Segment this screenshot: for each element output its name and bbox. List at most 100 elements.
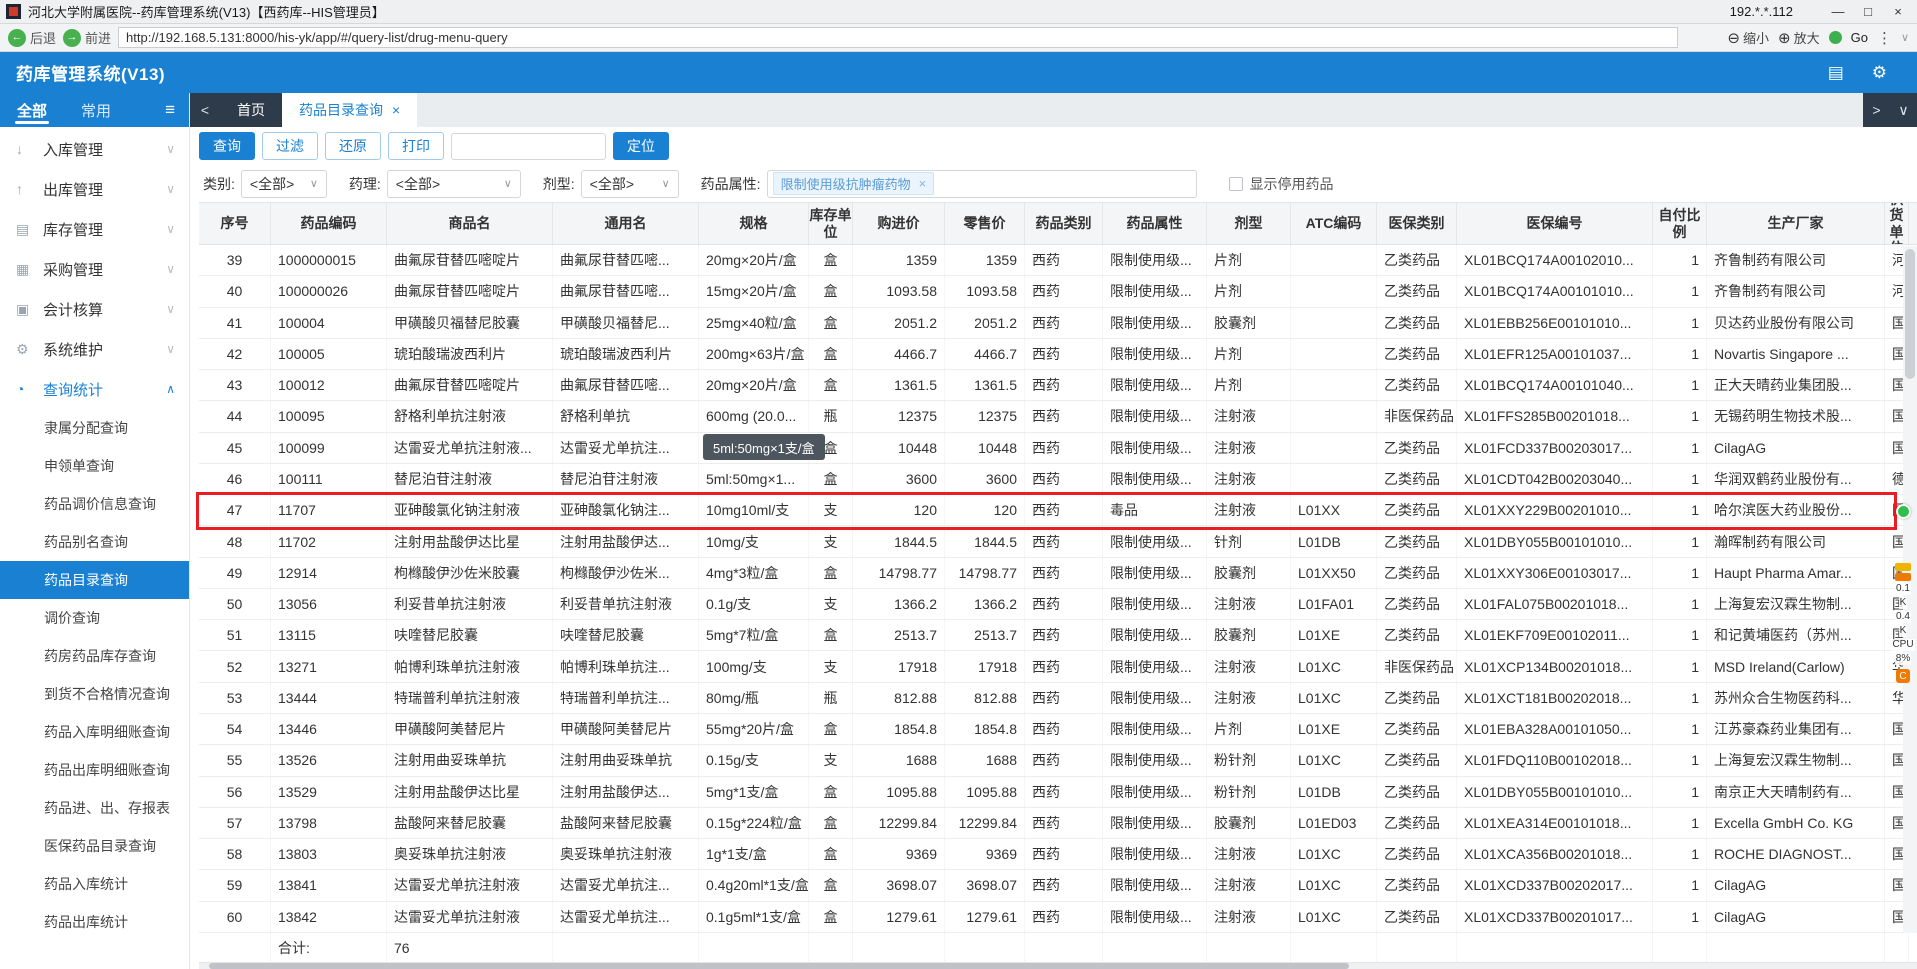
sidebar-tab-all[interactable]: 全部	[0, 93, 64, 127]
table-row[interactable]: 53 13444 特瑞普利单抗注射液 特瑞普利单抗注... 80mg/瓶瓶 812.88 8…	[199, 682, 1917, 714]
sidebar-item-purchase[interactable]: ▦ 采购管理 ∨	[0, 249, 189, 289]
sidebar-subitem[interactable]: 到货不合格情况查询	[0, 675, 189, 713]
column-header[interactable]: 自付比 例	[1653, 203, 1707, 244]
system-monitor-widget[interactable]: 0.1 K 0.4 K CPU 8% C	[1890, 504, 1916, 683]
document-icon[interactable]: ▤	[1828, 63, 1844, 83]
zoom-in-button[interactable]: ⊕ 放大	[1778, 28, 1820, 47]
table-row[interactable]: 55 13526 注射用曲妥珠单抗 注射用曲妥珠单抗 0.15g/支支 1688 1688 西…	[199, 745, 1917, 777]
sidebar-item-accounting[interactable]: ▣ 会计核算 ∨	[0, 289, 189, 329]
sidebar-subitem[interactable]: 申领单查询	[0, 447, 189, 485]
column-header[interactable]: 库存单 位	[809, 203, 853, 244]
sidebar-subitem[interactable]: 药品出库明细账查询	[0, 751, 189, 789]
tab-scroll-left-button[interactable]: <	[190, 93, 220, 127]
table-row[interactable]: 59 13841 达雷妥尤单抗注射液 达雷妥尤单抗注... 0.4g20ml*1支/盒盒…	[199, 870, 1917, 902]
go-button[interactable]: Go	[1851, 30, 1868, 45]
maximize-button[interactable]: □	[1853, 1, 1883, 23]
sidebar-subitem[interactable]: 药品进、出、存报表	[0, 789, 189, 827]
column-header[interactable]: 零售价	[945, 203, 1025, 244]
sidebar-item-inbound[interactable]: ↓ 入库管理 ∨	[0, 129, 189, 169]
locate-button[interactable]: 定位	[613, 132, 669, 160]
table-row[interactable]: 57 13798 盐酸阿来替尼胶囊 盐酸阿来替尼胶囊 0.15g*224粒/盒盒 1229…	[199, 807, 1917, 840]
sidebar-subitem[interactable]: 药品目录查询	[0, 561, 189, 599]
table-row[interactable]: 56 13529 注射用盐酸伊达比星 注射用盐酸伊达... 5mg*1支/盒盒 1095.…	[199, 776, 1917, 808]
sidebar-subitem[interactable]: 药房药品库存查询	[0, 637, 189, 675]
category-select[interactable]: <全部> ∨	[240, 169, 327, 198]
table-row[interactable]: 52 13271 帕博利珠单抗注射液 帕博利珠单抗注... 100mg/支支 17918 1…	[199, 651, 1917, 683]
sidebar-item-query-stats[interactable]: ◔ 查询统计 ∧	[0, 369, 189, 409]
back-button[interactable]: ← 后退	[8, 28, 56, 47]
table-row[interactable]: 40 100000026 曲氟尿苷替匹嘧啶片 曲氟尿苷替匹嘧... 15mg×20片/盒…	[199, 276, 1917, 308]
table-cell: 10448	[945, 432, 1025, 463]
url-input[interactable]: http://192.168.5.131:8000/his-yk/app/#/q…	[118, 27, 1679, 48]
attribute-input[interactable]: 限制使用级抗肿瘤药物 ×	[766, 169, 1197, 198]
tab-drug-catalog-query[interactable]: 药品目录查询 ×	[282, 93, 418, 127]
horizontal-scrollbar-thumb[interactable]	[209, 963, 1349, 969]
table-row[interactable]: 47 11707 亚砷酸氯化钠注射液 亚砷酸氯化钠注... 10mg10ml/支支 120…	[199, 495, 1917, 527]
table-row[interactable]: 49 12914 枸橼酸伊沙佐米胶囊 枸橼酸伊沙佐米... 4mg*3粒/盒盒 14798…	[199, 557, 1917, 589]
tab-home[interactable]: 首页	[220, 93, 282, 127]
table-row[interactable]: 43 100012 曲氟尿苷替匹嘧啶片 曲氟尿苷替匹嘧... 20mg×20片/盒盒 13…	[199, 370, 1917, 402]
table-cell: 注射用曲妥珠单抗	[553, 745, 699, 776]
table-row[interactable]: 45 100099 达雷妥尤单抗注射液... 达雷妥尤单抗注... 盒 10448 1044…	[199, 432, 1917, 464]
column-header[interactable]: 规格	[699, 203, 809, 244]
horizontal-scrollbar[interactable]	[199, 963, 1917, 969]
sidebar-item-inventory[interactable]: ▤ 库存管理 ∨	[0, 209, 189, 249]
show-disabled-checkbox[interactable]	[1228, 176, 1243, 191]
gear-icon[interactable]: ⚙	[1872, 63, 1887, 83]
table-row[interactable]: 41 100004 甲磺酸贝福替尼胶囊 甲磺酸贝福替尼... 25mg×40粒/盒盒 20…	[199, 307, 1917, 339]
zoom-out-button[interactable]: ⊖ 缩小	[1727, 28, 1769, 47]
table-row[interactable]: 42 100005 琥珀酸瑞波西利片 琥珀酸瑞波西利片 200mg×63片/盒盒 4466…	[199, 338, 1917, 371]
forward-button[interactable]: → 前进	[63, 28, 111, 47]
print-button[interactable]: 打印	[388, 132, 444, 160]
filter-button[interactable]: 过滤	[262, 132, 318, 160]
close-button[interactable]: ×	[1883, 1, 1913, 23]
tab-close-icon[interactable]: ×	[392, 102, 400, 118]
more-menu-icon[interactable]: ⋮	[1877, 29, 1892, 47]
column-header[interactable]: 医保类别	[1377, 203, 1457, 244]
dosage-select[interactable]: <全部> ∨	[580, 169, 679, 198]
sidebar-item-maintenance[interactable]: ⚙ 系统维护 ∨	[0, 329, 189, 369]
column-header[interactable]: 药品属性	[1103, 203, 1207, 244]
column-header[interactable]: 生产厂家	[1707, 203, 1885, 244]
sidebar-item-outbound[interactable]: ↑ 出库管理 ∨	[0, 169, 189, 209]
vertical-scrollbar-thumb[interactable]	[1905, 249, 1915, 379]
column-header[interactable]: 序号	[199, 203, 271, 244]
hamburger-icon[interactable]: ≡	[165, 100, 189, 120]
tab-scroll-right-button[interactable]: >	[1863, 93, 1890, 127]
column-header[interactable]: 药品编码	[271, 203, 387, 244]
dropdown-caret-icon[interactable]: ∨	[1901, 31, 1909, 44]
sidebar-subitem[interactable]: 医保药品目录查询	[0, 827, 189, 865]
table-row[interactable]: 39 1000000015 曲氟尿苷替匹嘧啶片 曲氟尿苷替匹嘧... 20mg×20片/…	[199, 245, 1917, 277]
sidebar-subitem[interactable]: 隶属分配查询	[0, 409, 189, 447]
table-row[interactable]: 51 13115 呋喹替尼胶囊 呋喹替尼胶囊 5mg*7粒/盒盒 2513.7 2513.7…	[199, 620, 1917, 652]
toolbar-search-input[interactable]	[451, 132, 606, 160]
tag-close-icon[interactable]: ×	[919, 176, 927, 191]
column-header[interactable]: 购进价	[853, 203, 945, 244]
sidebar-subitem[interactable]: 药品调价信息查询	[0, 485, 189, 523]
column-header[interactable]: 药品类别	[1025, 203, 1103, 244]
query-button[interactable]: 查询	[199, 132, 255, 160]
column-header[interactable]: 通用名	[553, 203, 699, 244]
table-row[interactable]: 60 13842 达雷妥尤单抗注射液 达雷妥尤单抗注... 0.1g5ml*1支/盒盒 1…	[199, 901, 1917, 933]
minimize-button[interactable]: —	[1823, 1, 1853, 23]
tab-list-button[interactable]: ∨	[1890, 93, 1917, 127]
pharmacology-select[interactable]: <全部> ∨	[386, 169, 521, 198]
sidebar-subitem[interactable]: 药品出库统计	[0, 903, 189, 941]
column-header[interactable]: 供货单位	[1885, 203, 1909, 244]
reset-button[interactable]: 还原	[325, 132, 381, 160]
column-header[interactable]: 剂型	[1207, 203, 1291, 244]
table-row[interactable]: 44 100095 舒格利单抗注射液 舒格利单抗 600mg (20.0... 瓶 1237…	[199, 401, 1917, 433]
table-row[interactable]: 50 13056 利妥昔单抗注射液 利妥昔单抗注射液 0.1g/支支 1366.2 1366…	[199, 588, 1917, 621]
column-header[interactable]: 商品名	[387, 203, 553, 244]
sidebar-subitem[interactable]: 调价查询	[0, 599, 189, 637]
sidebar-subitem[interactable]: 药品入库统计	[0, 865, 189, 903]
column-header[interactable]: ATC编码	[1291, 203, 1377, 244]
sidebar-subitem[interactable]: 药品别名查询	[0, 523, 189, 561]
table-row[interactable]: 48 11702 注射用盐酸伊达比星 注射用盐酸伊达... 10mg/支支 1844.5 1…	[199, 526, 1917, 558]
column-header[interactable]: 医保编号	[1457, 203, 1653, 244]
table-row[interactable]: 54 13446 甲磺酸阿美替尼片 甲磺酸阿美替尼片 55mg*20片/盒盒 1854.8…	[199, 713, 1917, 746]
sidebar-tab-common[interactable]: 常用	[64, 93, 128, 127]
table-row[interactable]: 58 13803 奥妥珠单抗注射液 奥妥珠单抗注射液 1g*1支/盒盒 9369 9369 西…	[199, 839, 1917, 871]
sidebar-subitem[interactable]: 药品入库明细账查询	[0, 713, 189, 751]
table-row[interactable]: 46 100111 替尼泊苷注射液 替尼泊苷注射液 5ml:50mg×1... 盒 3600…	[199, 463, 1917, 496]
